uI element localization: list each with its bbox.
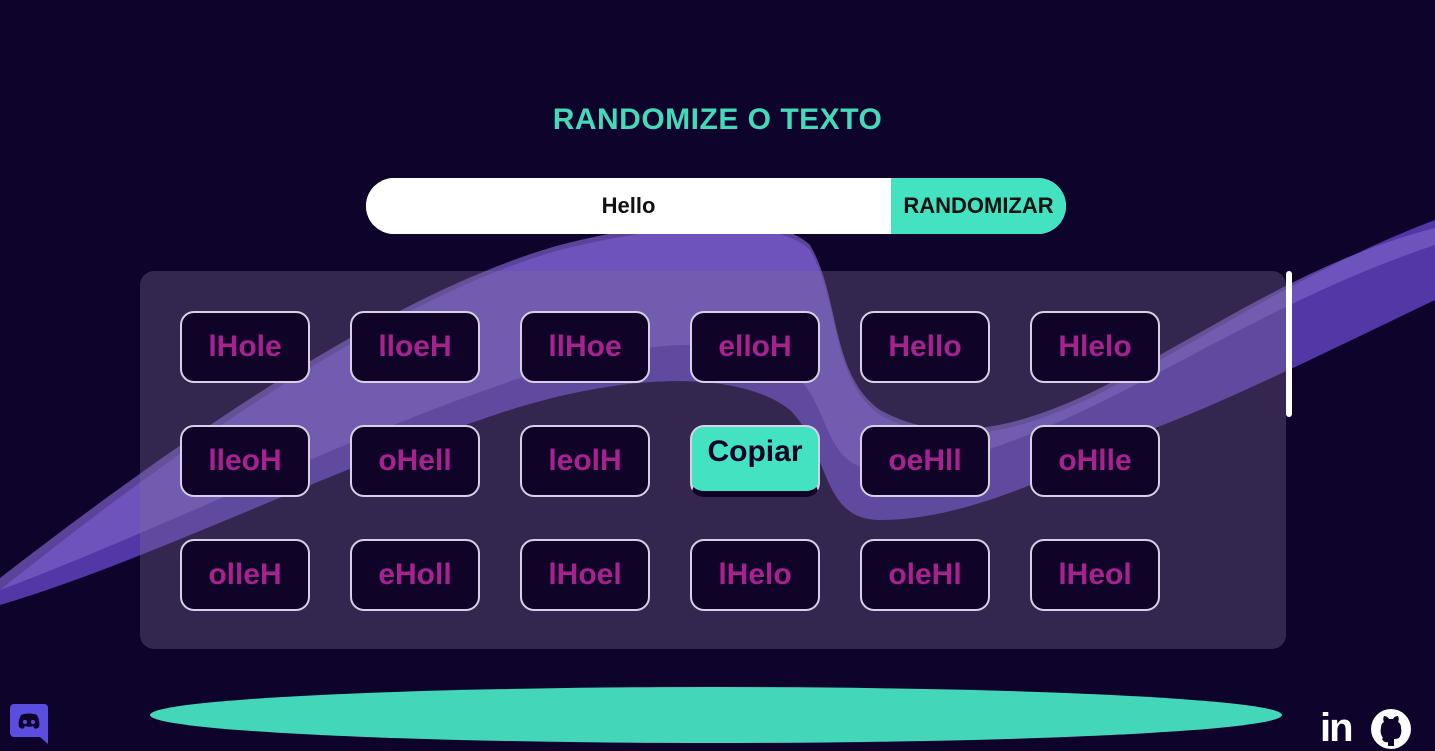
result-word[interactable]: oeHll [860,425,990,497]
result-word[interactable]: Hlelo [1030,311,1160,383]
github-icon[interactable] [1370,708,1412,750]
result-word[interactable]: lleoH [180,425,310,497]
result-word[interactable]: lHoel [520,539,650,611]
result-word[interactable]: Hello [860,311,990,383]
randomize-button[interactable]: RANDOMIZAR [891,178,1066,234]
result-word[interactable]: oHell [350,425,480,497]
results-panel[interactable]: lHole lloeH llHoe elloH Hello Hlelo lleo… [140,271,1286,649]
text-input[interactable] [366,178,891,234]
result-word[interactable]: lHeol [1030,539,1160,611]
result-word[interactable]: lHelo [690,539,820,611]
result-word[interactable]: elloH [690,311,820,383]
result-word[interactable]: leolH [520,425,650,497]
discord-icon[interactable] [10,704,48,744]
result-word[interactable]: llHoe [520,311,650,383]
result-word[interactable]: oHlle [1030,425,1160,497]
result-word[interactable]: oleHl [860,539,990,611]
results-grid: lHole lloeH llHoe elloH Hello Hlelo lleo… [180,311,1170,649]
result-word[interactable]: eHoll [350,539,480,611]
randomize-form: RANDOMIZAR [366,178,1066,234]
result-word[interactable]: lHole [180,311,310,383]
result-word[interactable]: olleH [180,539,310,611]
result-word[interactable]: lloeH [350,311,480,383]
copy-button[interactable]: Copiar [690,425,820,497]
scrollbar-thumb[interactable] [1286,271,1292,417]
page-title: RANDOMIZE O TEXTO [552,103,883,136]
linkedin-icon[interactable]: in [1320,708,1354,748]
